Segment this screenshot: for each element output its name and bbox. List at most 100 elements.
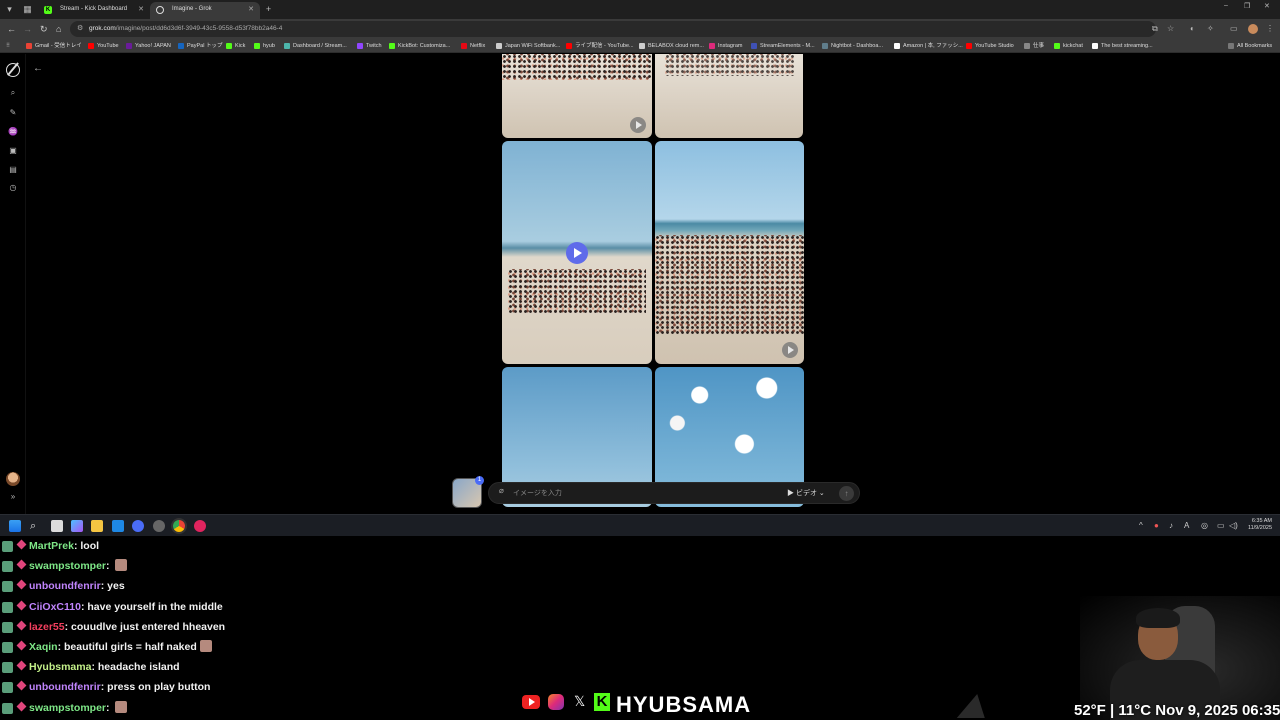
bookmark-item[interactable]: ライブ配信 - YouTube...: [566, 41, 634, 51]
windows-start-icon[interactable]: [9, 520, 21, 532]
bookmark-item[interactable]: The best streaming...: [1092, 41, 1153, 51]
store-icon[interactable]: [112, 520, 124, 532]
bookmark-item[interactable]: PayPal トップ: [178, 41, 222, 51]
projects-icon[interactable]: ▤: [7, 164, 19, 176]
imagine-icon[interactable]: ▣: [7, 145, 19, 157]
history-icon[interactable]: ◷: [7, 182, 19, 194]
close-tab-icon[interactable]: ✕: [138, 2, 144, 17]
play-video-icon[interactable]: [566, 242, 588, 264]
profile-avatar[interactable]: [1248, 24, 1258, 34]
image-tile[interactable]: [502, 54, 652, 138]
tab-groups-icon[interactable]: ▦: [21, 3, 34, 16]
send-button[interactable]: ↑: [839, 486, 854, 501]
bookmark-item[interactable]: Gmail - 受信トレイ: [26, 41, 82, 51]
channel-name: HYUBSAMA: [616, 692, 752, 717]
task-view-icon[interactable]: [51, 520, 63, 532]
app-icon[interactable]: [132, 520, 144, 532]
tray-app-icon[interactable]: ●: [1154, 521, 1159, 530]
play-icon[interactable]: [782, 342, 798, 358]
bookmark-item[interactable]: Netflix: [461, 41, 485, 51]
badge-icon: [2, 641, 13, 653]
obs-icon[interactable]: [153, 520, 165, 532]
badge-icon: [2, 541, 13, 552]
forward-icon[interactable]: →: [23, 23, 32, 35]
user-avatar[interactable]: [6, 472, 20, 486]
all-bookmarks[interactable]: All Bookmarks: [1228, 41, 1272, 51]
minimize-icon[interactable]: –: [1224, 2, 1228, 9]
media-app-icon[interactable]: [194, 520, 206, 532]
prompt-input[interactable]: イメージを入力: [513, 488, 562, 498]
tab-imagine-grok[interactable]: Imagine - Grok ✕: [150, 2, 260, 19]
ime-icon[interactable]: A: [1184, 521, 1189, 530]
home-icon[interactable]: ⌂: [56, 23, 61, 35]
tray-chevron-icon[interactable]: ^: [1139, 521, 1143, 530]
back-icon[interactable]: ←: [7, 23, 16, 35]
system-clock[interactable]: 6:35 AM 11/9/2025: [1244, 518, 1272, 532]
back-arrow-icon[interactable]: ←: [33, 63, 43, 74]
site-info-icon[interactable]: ⚙: [77, 21, 83, 37]
attached-image-thumbnail[interactable]: 1: [452, 476, 484, 508]
bookmark-item[interactable]: hyub: [254, 41, 275, 51]
bookmark-item[interactable]: Kick: [226, 41, 245, 51]
edit-icon[interactable]: ✎: [7, 107, 19, 119]
tab-search-icon[interactable]: ▾: [3, 3, 16, 16]
bookmark-item[interactable]: Twitch: [357, 41, 382, 51]
bookmark-item[interactable]: Japan WiFi Softbank...: [496, 41, 560, 51]
video-tile-selected[interactable]: [502, 141, 652, 364]
reload-icon[interactable]: ↻: [40, 23, 48, 35]
copilot-icon[interactable]: [71, 520, 83, 532]
grok-logo-icon[interactable]: [6, 63, 20, 77]
bookmark-item[interactable]: KickBot: Customiza...: [389, 41, 450, 51]
close-tab-icon[interactable]: ✕: [248, 2, 254, 17]
taskbar-search-icon[interactable]: ⌕: [30, 520, 42, 532]
url-path: /imagine/post/dd6d3d6f-3949-43c5-9558-d5…: [115, 25, 283, 32]
window-close-icon[interactable]: ✕: [1264, 2, 1270, 10]
bookmark-favicon: [226, 43, 232, 49]
chat-text: couudlve just entered hheaven: [71, 620, 226, 633]
chat-message: unboundfenrir: press on play button: [2, 679, 462, 699]
bookmark-item[interactable]: kickchat: [1054, 41, 1083, 51]
search-icon[interactable]: ⌕: [7, 87, 19, 99]
extension-icon[interactable]: ◐: [1190, 24, 1195, 34]
bookmark-item[interactable]: BELABOX cloud rem...: [639, 41, 704, 51]
image-tile[interactable]: [655, 54, 803, 138]
bookmark-item[interactable]: YouTube: [88, 41, 119, 51]
bookmark-item[interactable]: YouTube Studio: [966, 41, 1014, 51]
sidepanel-icon[interactable]: ▭: [1230, 24, 1238, 34]
address-bar[interactable]: ⚙ grok.com/imagine/post/dd6d3d6f-3949-43…: [70, 21, 1156, 37]
tab-kick-dashboard[interactable]: K Stream - Kick Dashboard ✕: [38, 2, 150, 19]
bookmark-item[interactable]: Dashboard / Stream...: [284, 41, 347, 51]
chrome-icon[interactable]: [173, 520, 185, 532]
bookmark-star-icon[interactable]: ☆: [1167, 24, 1174, 34]
bookmark-item[interactable]: 仕事: [1024, 41, 1044, 51]
gem-badge-icon: [16, 660, 27, 671]
bookmark-item[interactable]: Amazon | 本, ファッシ...: [894, 41, 963, 51]
extensions-puzzle-icon[interactable]: ✧: [1207, 24, 1214, 34]
maximize-icon[interactable]: ❐: [1244, 2, 1250, 10]
file-explorer-icon[interactable]: [91, 520, 103, 532]
bookmark-item[interactable]: Yahoo! JAPAN: [126, 41, 171, 51]
display-icon[interactable]: ▭: [1217, 521, 1225, 530]
bookmark-item[interactable]: StreamElements - M...: [751, 41, 815, 51]
mode-selector[interactable]: ▶ ビデオ ⌄: [787, 488, 825, 498]
emote-icon: [115, 559, 128, 572]
bookmark-label: Instagram: [718, 43, 743, 49]
attach-icon[interactable]: ⌀: [499, 486, 504, 495]
bookmark-item[interactable]: Nightbot - Dashboa...: [822, 41, 883, 51]
bookmark-item[interactable]: Instagram: [709, 41, 742, 51]
microphone-icon[interactable]: ♪: [1169, 521, 1173, 530]
menu-kebab-icon[interactable]: ⋮: [1266, 24, 1274, 34]
expand-sidebar-icon[interactable]: »: [7, 491, 19, 503]
install-app-icon[interactable]: ⧉: [1152, 24, 1158, 34]
volume-icon[interactable]: ◁): [1229, 521, 1238, 530]
play-icon[interactable]: [630, 117, 646, 133]
bookmark-label: Kick: [235, 43, 246, 49]
voice-icon[interactable]: ♒: [7, 126, 19, 138]
apps-grid-icon[interactable]: ⠿: [6, 41, 10, 51]
tab-strip: ▾ ▦ K Stream - Kick Dashboard ✕ Imagine …: [0, 0, 1280, 19]
new-tab-icon[interactable]: +: [262, 3, 275, 16]
network-icon[interactable]: ◎: [1201, 521, 1208, 530]
gem-badge-icon: [16, 579, 27, 590]
kick-icon: K: [44, 6, 52, 14]
image-tile[interactable]: [655, 141, 804, 364]
